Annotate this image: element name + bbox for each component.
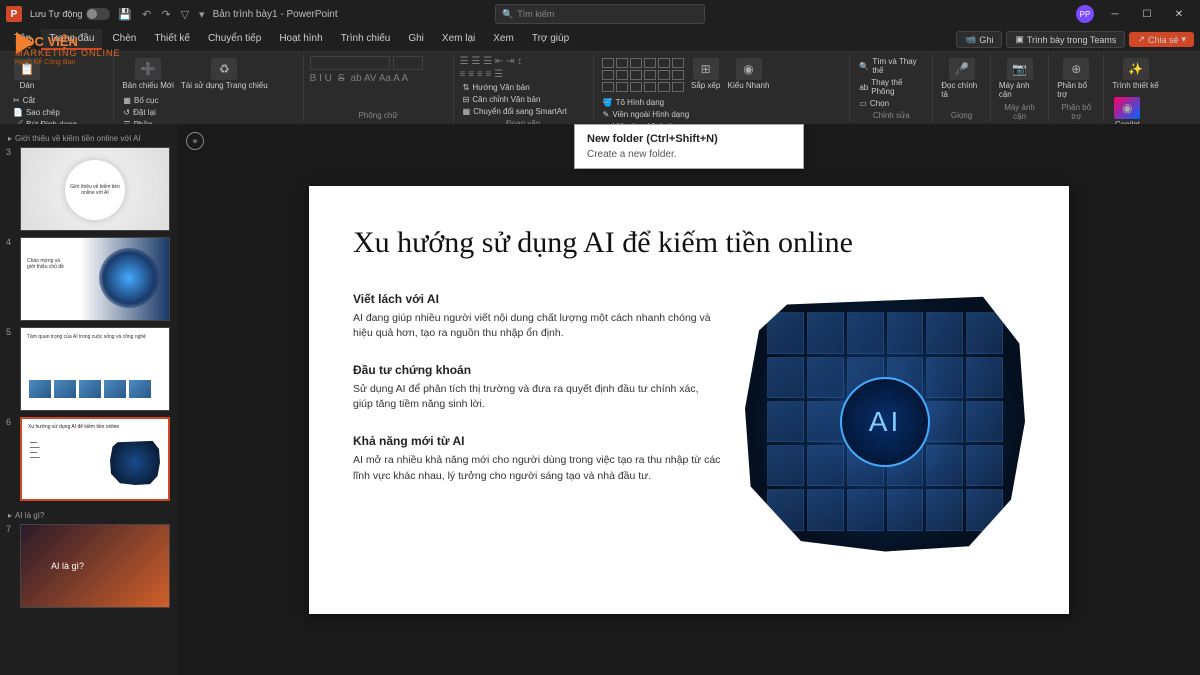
quick-styles-button[interactable]: ◉Kiểu Nhanh: [726, 56, 772, 92]
thumbnail-4[interactable]: 4 Chào mừng và giới thiệu chủ đề: [6, 237, 172, 321]
tab-transitions[interactable]: Chuyển tiếp: [200, 29, 269, 50]
section-2-body: Sử dụng AI để phân tích thị trường và đư…: [353, 382, 721, 412]
slide-image[interactable]: AI: [745, 292, 1025, 552]
voice-label: Giọng: [939, 109, 984, 120]
save-icon[interactable]: 💾: [118, 8, 132, 21]
shapes-gallery[interactable]: [600, 56, 686, 94]
cut-button[interactable]: ✂ Cắt: [10, 95, 80, 106]
camera-button[interactable]: 📷Máy ảnh cận: [997, 56, 1042, 101]
section-header-2[interactable]: ▸ AI là gì?: [6, 507, 172, 524]
thumbnail-5[interactable]: 5 Tầm quan trọng của AI trong cuộc sống …: [6, 327, 172, 411]
tooltip-body: Create a new folder.: [587, 149, 791, 160]
slide-content[interactable]: Xu hướng sử dụng AI để kiếm tiền online …: [309, 186, 1069, 614]
titlebar: P Lưu Tự động 💾 ↶ ↷ ▽ ▾ Bản trình bày1 -…: [0, 0, 1200, 28]
close-button[interactable]: ✕: [1164, 4, 1194, 24]
tab-design[interactable]: Thiết kế: [146, 29, 198, 50]
copy-button[interactable]: 📄 Sao chép: [10, 107, 80, 118]
toggle-switch[interactable]: [86, 8, 110, 20]
dictate-button[interactable]: 🎤Đọc chính tả: [939, 56, 984, 101]
search-icon: 🔍: [502, 9, 513, 20]
share-button[interactable]: ↗ Chia sẻ ▾: [1129, 32, 1194, 47]
maximize-button[interactable]: ☐: [1132, 4, 1162, 24]
tab-slideshow[interactable]: Trình chiếu: [333, 29, 399, 50]
undo-icon[interactable]: ↶: [142, 8, 151, 21]
designer-button[interactable]: ✨Trình thiết kế: [1110, 56, 1160, 92]
section-header[interactable]: ▸ Giới thiệu về kiếm tiền online với AI: [6, 130, 172, 147]
thumbnail-panel[interactable]: ▸ Giới thiệu về kiếm tiền online với AI …: [0, 124, 178, 675]
autosave-label: Lưu Tự động: [30, 9, 82, 19]
quick-access-toolbar: 💾 ↶ ↷ ▽ ▾: [118, 8, 204, 21]
section-2-heading: Đầu tư chứng khoán: [353, 363, 721, 377]
layout-button[interactable]: ▦ Bố cục: [120, 95, 161, 106]
record-label: Máy ảnh cận: [997, 101, 1042, 121]
font-label: Phông chữ: [310, 109, 447, 120]
edit-label: Chỉnh sửa: [856, 109, 926, 120]
thumbnail-6[interactable]: 6 Xu hướng sử dụng AI để kiếm tiền onlin…: [6, 417, 172, 501]
workspace: ▸ Giới thiệu về kiếm tiền online với AI …: [0, 124, 1200, 675]
convert-smartart[interactable]: ▦ Chuyển đổi sang SmartArt: [460, 106, 570, 117]
section-1-body: AI đang giúp nhiều người viết nội dung c…: [353, 311, 721, 341]
document-title: Bản trình bày1 - PowerPoint: [213, 9, 338, 20]
ribbon-tabs: Tệp Trang đầu Chèn Thiết kế Chuyển tiếp …: [0, 28, 1200, 52]
find-replace[interactable]: 🔍 Tìm và Thay thế: [856, 56, 926, 76]
search-placeholder: Tìm kiếm: [517, 9, 554, 19]
tooltip-title: New folder (Ctrl+Shift+N): [587, 133, 791, 145]
text-direction[interactable]: ⇅ Hướng Văn bản: [460, 82, 570, 93]
slide-text[interactable]: Viết lách với AI AI đang giúp nhiều ngườ…: [353, 292, 721, 552]
search-input[interactable]: 🔍 Tìm kiếm: [495, 4, 705, 24]
tab-view[interactable]: Xem: [485, 29, 522, 50]
tab-help[interactable]: Trợ giúp: [524, 29, 577, 50]
section-1-heading: Viết lách với AI: [353, 292, 721, 306]
watermark-logo: HỌC VIỆN MARKETING ONLINE Hạnh Kể Cộng B…: [15, 35, 121, 67]
app-icon: P: [6, 6, 22, 22]
ai-graphic-text: AI: [869, 406, 901, 438]
new-slide-button[interactable]: ➕Bản chiếu Mới: [120, 56, 176, 92]
tab-animations[interactable]: Hoạt hình: [271, 29, 330, 50]
select-button[interactable]: ▭ Chọn: [856, 98, 892, 109]
minimize-button[interactable]: ─: [1100, 4, 1130, 24]
user-avatar[interactable]: PP: [1076, 5, 1094, 23]
arrange-button[interactable]: ⊞Sắp xếp: [689, 56, 723, 92]
slideshow-icon[interactable]: ▽: [181, 8, 189, 21]
autosave-toggle[interactable]: Lưu Tự động: [30, 8, 110, 20]
reset-button[interactable]: ↺ Đặt lại: [120, 107, 161, 118]
redo-icon[interactable]: ↷: [161, 8, 170, 21]
addins-button[interactable]: ⊕Phần bổ trợ: [1055, 56, 1097, 101]
tooltip: New folder (Ctrl+Shift+N) Create a new f…: [574, 124, 804, 169]
thumbnail-7[interactable]: 7 AI là gì?: [6, 524, 172, 608]
slide-title[interactable]: Xu hướng sử dụng AI để kiếm tiền online: [353, 226, 1025, 260]
tab-review[interactable]: Xem lại: [434, 29, 483, 50]
present-teams-button[interactable]: ▣ Trình bày trong Teams: [1006, 31, 1125, 48]
shape-fill[interactable]: 🪣 Tô Hình dạng: [600, 97, 693, 108]
replace-font[interactable]: ab Thay thế Phông: [856, 77, 926, 97]
record-indicator[interactable]: ⏺: [186, 132, 204, 150]
more-icon[interactable]: ▾: [199, 8, 205, 21]
reuse-slides-button[interactable]: ♻Tái sử dụng Trang chiếu: [179, 56, 270, 92]
section-3-body: AI mở ra nhiều khả năng mới cho người dù…: [353, 453, 721, 483]
section-3-heading: Khả năng mới từ AI: [353, 434, 721, 448]
tab-record[interactable]: Ghi: [400, 29, 432, 50]
align-text[interactable]: ⊟ Căn chỉnh Văn bản: [460, 94, 570, 105]
ribbon: 📋Dán ✂ Cắt 📄 Sao chép 🖌 Bút Định dạng Bả…: [0, 52, 1200, 124]
addins-label: Phần bổ trợ: [1055, 101, 1097, 121]
shape-outline[interactable]: ✎ Viền ngoài Hình dạng: [600, 109, 693, 120]
slide-canvas[interactable]: ⏺ New folder (Ctrl+Shift+N) Create a new…: [178, 124, 1200, 675]
thumbnail-3[interactable]: 3 Giới thiệu về kiếm tiền online với AI: [6, 147, 172, 231]
record-button[interactable]: 📹 Ghi: [956, 31, 1002, 48]
